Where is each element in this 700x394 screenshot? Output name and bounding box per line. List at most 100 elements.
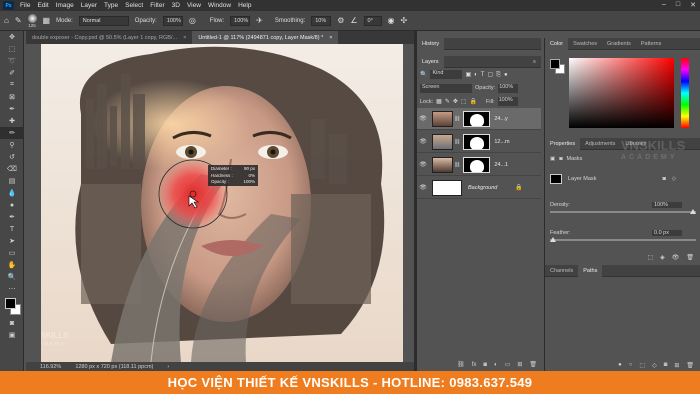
layer-mask-thumbnail[interactable]: [463, 156, 491, 173]
density-slider-handle[interactable]: [690, 209, 696, 214]
menu-type[interactable]: Type: [104, 2, 118, 9]
minimize-icon[interactable]: –: [662, 1, 666, 9]
layer-name[interactable]: Background: [468, 185, 497, 191]
mode-select[interactable]: Normal: [78, 15, 129, 26]
gear-icon[interactable]: ⚙: [337, 16, 344, 25]
tab-layers[interactable]: Layers: [417, 55, 444, 68]
menu-window[interactable]: Window: [208, 2, 231, 9]
new-path-icon[interactable]: ⊞: [674, 362, 679, 369]
document-canvas[interactable]: Diameter :90 px Hardness :0% Opacity :10…: [41, 44, 403, 362]
menu-3d[interactable]: 3D: [172, 2, 180, 9]
foreground-color-swatch[interactable]: [550, 59, 560, 69]
pen-tool-icon[interactable]: ✒: [0, 211, 24, 223]
density-input[interactable]: 100%: [652, 202, 682, 208]
link-layers-icon[interactable]: ⛓: [457, 361, 465, 368]
tab-untitled-1[interactable]: Untitled-1 @ 117% (2494871 copy, Layer M…: [192, 31, 339, 44]
add-vector-mask-icon[interactable]: ◇: [672, 176, 676, 182]
tab-gradients[interactable]: Gradients: [602, 38, 636, 50]
pressure-opacity-icon[interactable]: ◎: [189, 16, 196, 25]
tab-properties[interactable]: Properties: [545, 137, 581, 150]
lock-all-icon[interactable]: 🔒: [470, 99, 477, 105]
airbrush-icon[interactable]: ✈: [256, 16, 263, 25]
tab-patterns[interactable]: Patterns: [636, 38, 666, 50]
zoom-tool-icon[interactable]: 🔍: [0, 271, 24, 283]
menu-view[interactable]: View: [187, 2, 201, 9]
menu-filter[interactable]: Filter: [150, 2, 164, 9]
layer-mask-thumbnail[interactable]: [463, 110, 491, 127]
symmetry-icon[interactable]: ✣: [401, 16, 408, 25]
feather-input[interactable]: 0.0 px: [652, 230, 682, 236]
hand-tool-icon[interactable]: ✋: [0, 259, 24, 271]
feather-slider-handle[interactable]: [550, 237, 556, 242]
layer-name[interactable]: 24...y: [494, 116, 507, 122]
lock-artboard-icon[interactable]: ⬚: [461, 99, 467, 105]
eraser-tool-icon[interactable]: ⌫: [0, 163, 24, 175]
zoom-level[interactable]: 116.92%: [40, 364, 61, 370]
layer-name[interactable]: 24...1: [494, 162, 508, 168]
tab-paths[interactable]: Paths: [578, 264, 603, 277]
filter-toggle-icon[interactable]: ●: [504, 72, 508, 78]
opacity-input[interactable]: 100%: [162, 15, 183, 26]
color-swatches[interactable]: [0, 295, 23, 317]
crop-tool-icon[interactable]: ⌗: [0, 79, 24, 91]
type-tool-icon[interactable]: T: [0, 223, 24, 235]
close-icon[interactable]: ×: [329, 35, 332, 41]
tab-adjustments[interactable]: Adjustments: [580, 138, 620, 150]
menu-select[interactable]: Select: [125, 2, 143, 9]
brush-settings-icon[interactable]: ▦: [43, 16, 51, 25]
visibility-eye-icon[interactable]: 👁: [417, 161, 429, 168]
color-field[interactable]: [569, 58, 674, 128]
tab-channels[interactable]: Channels: [545, 265, 578, 277]
vector-mask-icon[interactable]: ◙: [559, 156, 562, 162]
trash-icon[interactable]: 🗑: [686, 362, 694, 369]
quick-select-tool-icon[interactable]: ✐: [0, 67, 24, 79]
stamp-tool-icon[interactable]: ⚲: [0, 139, 24, 151]
frame-tool-icon[interactable]: ⊠: [0, 91, 24, 103]
menu-file[interactable]: File: [20, 2, 30, 9]
fill-path-icon[interactable]: ●: [618, 362, 622, 368]
foreground-color-swatch[interactable]: [5, 298, 16, 309]
tab-double-exposer[interactable]: double exposer - Copy.psd @ 50.5% (Layer…: [26, 31, 192, 44]
lock-pixels-icon[interactable]: ✎: [445, 99, 450, 105]
angle-input[interactable]: 0°: [363, 15, 382, 26]
pressure-size-icon[interactable]: ◉: [388, 16, 395, 25]
trash-icon[interactable]: 🗑: [529, 361, 537, 368]
layer-name[interactable]: 12...m: [494, 139, 509, 145]
path-select-tool-icon[interactable]: ➤: [0, 235, 24, 247]
lasso-tool-icon[interactable]: ➰: [0, 55, 24, 67]
smoothing-input[interactable]: 10%: [311, 15, 332, 26]
chain-icon[interactable]: ⛓: [454, 162, 460, 168]
eyedropper-tool-icon[interactable]: ✒: [0, 103, 24, 115]
visibility-eye-icon[interactable]: 👁: [417, 138, 429, 145]
stroke-path-icon[interactable]: ○: [629, 362, 633, 368]
new-group-icon[interactable]: ▭: [505, 361, 511, 368]
menu-edit[interactable]: Edit: [37, 2, 48, 9]
quick-mask-icon[interactable]: ◙: [0, 317, 24, 329]
make-work-path-icon[interactable]: ◇: [652, 362, 657, 369]
screen-mode-icon[interactable]: ▣: [0, 329, 24, 341]
add-mask-icon[interactable]: ◙: [664, 362, 668, 368]
blend-mode-select[interactable]: Screen: [420, 83, 472, 93]
filter-pixel-icon[interactable]: ▣: [465, 72, 471, 78]
chain-icon[interactable]: ⛓: [454, 116, 460, 122]
load-selection-icon[interactable]: ⬚: [647, 254, 653, 261]
layer-row[interactable]: 👁 ⛓ 12...m: [417, 131, 541, 153]
visibility-eye-icon[interactable]: 👁: [417, 115, 429, 122]
document-info[interactable]: 1280 px x 720 px (118.11 ppcm): [75, 364, 153, 370]
panel-menu-icon[interactable]: ≡: [528, 56, 541, 68]
dodge-tool-icon[interactable]: ●: [0, 199, 24, 211]
new-layer-icon[interactable]: ⊞: [517, 361, 522, 368]
fill-input[interactable]: 100%: [497, 97, 518, 106]
kind-filter-select[interactable]: Kind: [430, 70, 463, 79]
layer-mask-thumbnail[interactable]: [463, 133, 491, 150]
more-tools-icon[interactable]: ⋯: [0, 283, 24, 295]
filter-adjust-icon[interactable]: ◐: [474, 72, 478, 78]
feather-slider[interactable]: [550, 237, 696, 242]
move-tool-icon[interactable]: ✥: [0, 31, 24, 43]
layer-opacity-input[interactable]: 100%: [498, 83, 519, 93]
brush-tool-icon[interactable]: ✏: [0, 127, 24, 139]
visibility-eye-icon[interactable]: 👁: [417, 184, 429, 191]
status-arrow-icon[interactable]: ›: [167, 364, 169, 370]
healing-tool-icon[interactable]: ✚: [0, 115, 24, 127]
close-icon[interactable]: ✕: [690, 1, 696, 9]
